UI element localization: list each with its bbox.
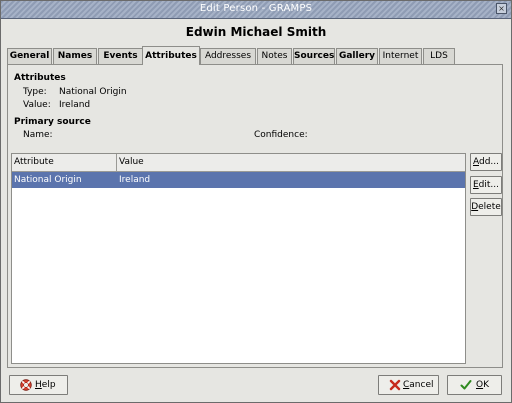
close-icon[interactable]: × bbox=[496, 3, 507, 14]
window-title: Edit Person - GRAMPS bbox=[199, 3, 313, 14]
cancel-label: ancel bbox=[409, 380, 434, 390]
tab-notes[interactable]: Notes bbox=[257, 48, 292, 64]
value-value: Ireland bbox=[59, 100, 91, 110]
row-value-cell: Ireland bbox=[119, 175, 151, 185]
attributes-section-title: Attributes bbox=[14, 73, 66, 83]
tab-names[interactable]: Names bbox=[53, 48, 97, 64]
primary-source-title: Primary source bbox=[14, 117, 91, 127]
tab-general[interactable]: General bbox=[7, 48, 52, 64]
title-bar[interactable]: Edit Person - GRAMPS × bbox=[1, 1, 511, 19]
help-button[interactable]: Help bbox=[9, 375, 68, 395]
attribute-list[interactable]: Attribute Value National Origin Ireland bbox=[11, 153, 466, 364]
help-label: elp bbox=[41, 380, 56, 390]
edit-person-window: Edit Person - GRAMPS × Edwin Michael Smi… bbox=[0, 0, 512, 403]
delete-button[interactable]: Delete bbox=[470, 198, 502, 216]
type-value: National Origin bbox=[59, 87, 127, 97]
tab-events[interactable]: Events bbox=[98, 48, 143, 64]
edit-button[interactable]: Edit... bbox=[470, 176, 502, 194]
type-label: Type: bbox=[23, 87, 47, 97]
tab-addresses[interactable]: Addresses bbox=[200, 48, 256, 64]
list-header: Attribute Value bbox=[12, 154, 465, 172]
ok-label: K bbox=[483, 380, 489, 390]
person-name-heading: Edwin Michael Smith bbox=[185, 25, 327, 39]
source-name-label: Name: bbox=[23, 130, 53, 140]
value-label: Value: bbox=[23, 100, 51, 110]
dialog-button-bar: Help Cancel OK bbox=[1, 369, 511, 401]
column-header-value[interactable]: Value bbox=[117, 154, 465, 171]
tab-attributes[interactable]: Attributes bbox=[142, 46, 200, 65]
row-attribute-cell: National Origin bbox=[14, 175, 82, 185]
help-mnemonic: H bbox=[35, 380, 42, 390]
tab-internet[interactable]: Internet bbox=[379, 48, 422, 64]
tab-sources[interactable]: Sources bbox=[293, 48, 335, 64]
list-row-selected[interactable]: National Origin Ireland bbox=[12, 172, 465, 188]
tab-gallery[interactable]: Gallery bbox=[336, 48, 378, 64]
edit-label: dit... bbox=[478, 180, 499, 190]
help-lifebuoy-icon bbox=[20, 379, 32, 391]
ok-button[interactable]: OK bbox=[447, 375, 502, 395]
cancel-button[interactable]: Cancel bbox=[378, 375, 439, 395]
confidence-label: Confidence: bbox=[254, 130, 308, 140]
column-header-attribute[interactable]: Attribute bbox=[12, 154, 117, 171]
tab-lds[interactable]: LDS bbox=[423, 48, 455, 64]
cancel-x-icon bbox=[389, 379, 401, 391]
add-button[interactable]: Add... bbox=[470, 153, 502, 171]
ok-check-icon bbox=[460, 380, 472, 390]
delete-label: elete bbox=[478, 202, 501, 212]
add-label: dd... bbox=[478, 157, 499, 167]
